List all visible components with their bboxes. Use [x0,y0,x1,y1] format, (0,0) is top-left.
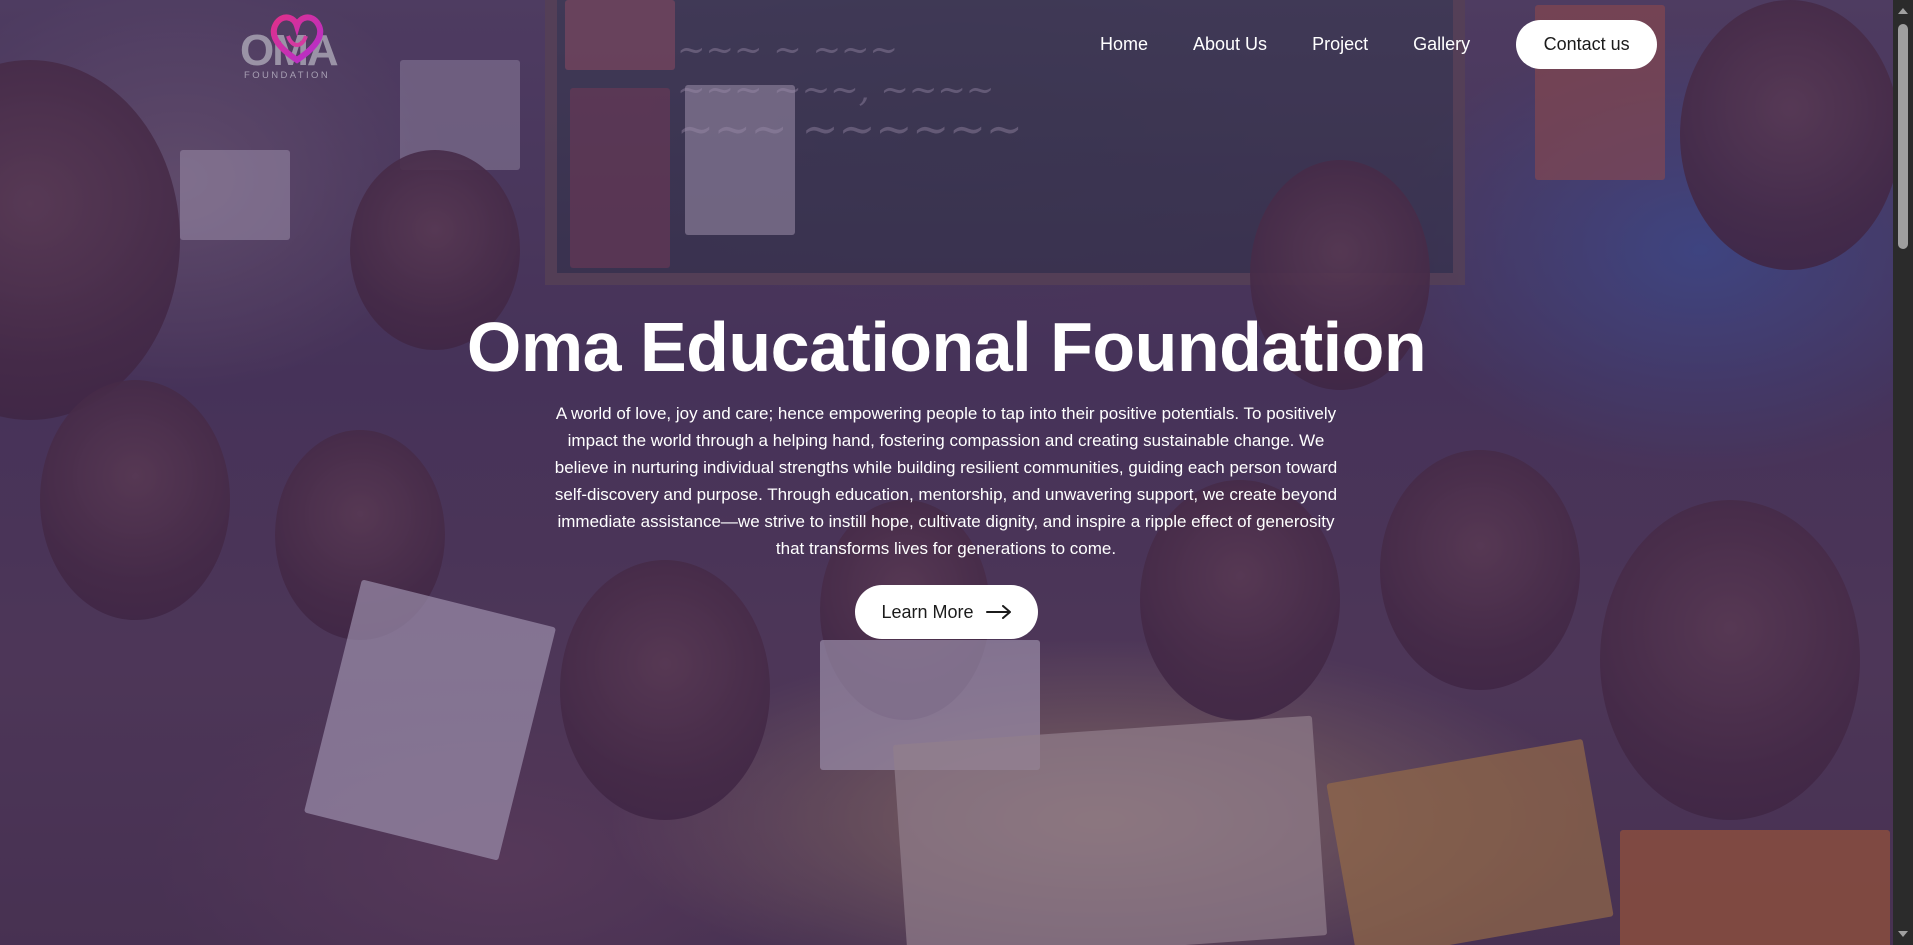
logo-subtitle: FOUNDATION [244,70,331,81]
site-logo[interactable]: OMA FOUNDATION [238,8,344,82]
vertical-scrollbar[interactable] [1893,0,1913,945]
hero-title: Oma Educational Foundation [466,308,1427,386]
nav-about-link[interactable]: About Us [1193,34,1267,55]
learn-more-label: Learn More [881,601,974,622]
learn-more-button[interactable]: Learn More [855,585,1038,639]
contact-us-button[interactable]: Contact us [1516,19,1658,69]
nav-project-link[interactable]: Project [1312,34,1368,55]
scrollbar-thumb[interactable] [1898,24,1908,249]
nav-gallery-link[interactable]: Gallery [1413,34,1470,55]
main-nav: Home About Us Project Gallery Contact us [1100,19,1658,69]
heart-logo-icon [270,14,324,64]
page-viewport: ~~~ ~ ~~~ ~~~ ~~~, ~~~~ ~~~ ~~~~~~ OMA F… [0,0,1913,945]
nav-home-link[interactable]: Home [1100,34,1148,55]
hero-section: ~~~ ~ ~~~ ~~~ ~~~, ~~~~ ~~~ ~~~~~~ OMA F… [0,0,1893,945]
scroll-up-arrow-icon[interactable] [1898,8,1908,14]
arrow-right-icon [985,605,1012,619]
hero-description: A world of love, joy and care; hence emp… [554,404,1338,558]
scroll-down-arrow-icon[interactable] [1898,931,1908,937]
